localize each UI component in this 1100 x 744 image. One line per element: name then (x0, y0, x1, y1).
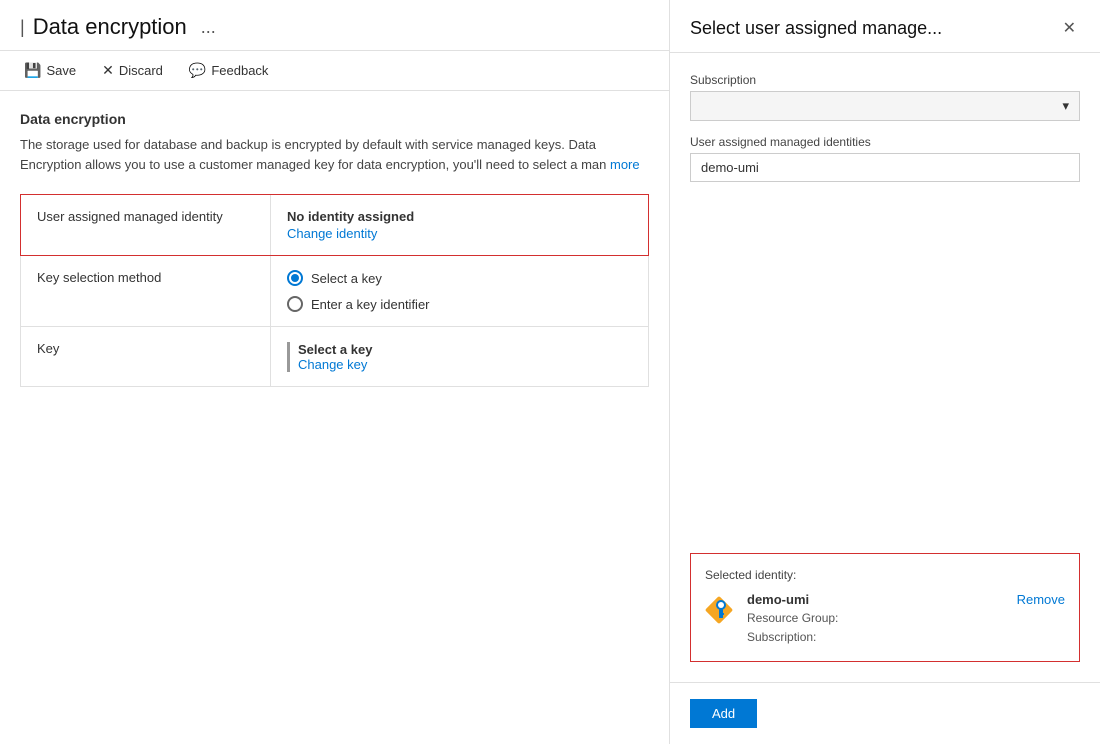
selected-identity-label: Selected identity: (705, 568, 1065, 582)
side-panel-body: Subscription ▾ User assigned managed ide… (670, 53, 1100, 682)
resource-group-label: Resource Group: (747, 611, 838, 625)
identity-value-cell: No identity assigned Change identity (271, 195, 648, 255)
key-bold-text: Select a key (298, 342, 372, 357)
identity-name: demo-umi (747, 592, 1007, 607)
chevron-down-icon: ▾ (1062, 98, 1069, 114)
identity-item: demo-umi Resource Group: Subscription: R… (705, 592, 1065, 647)
add-button[interactable]: Add (690, 699, 757, 728)
radio-select-key-label: Select a key (311, 271, 382, 286)
key-method-label: Key selection method (21, 256, 271, 326)
discard-label: Discard (119, 63, 163, 78)
feedback-icon: 💬 (189, 62, 206, 79)
change-identity-link[interactable]: Change identity (287, 226, 632, 241)
page-title: Data encryption (33, 14, 187, 40)
identity-icon (705, 592, 737, 624)
radio-group: Select a key Enter a key identifier (287, 270, 632, 312)
key-label-cell: Key (21, 327, 271, 386)
key-method-value-cell: Select a key Enter a key identifier (271, 256, 648, 326)
key-value-bordered: Select a key Change key (287, 342, 632, 372)
save-button[interactable]: 💾 Save (20, 59, 80, 82)
identities-label: User assigned managed identities (690, 135, 1080, 149)
subscription-dropdown[interactable]: ▾ (690, 91, 1080, 121)
subscription-field-group: Subscription ▾ (690, 73, 1080, 121)
page-title-bar: | Data encryption ... (20, 14, 216, 40)
spacer (690, 196, 1080, 531)
discard-icon: ✕ (102, 62, 114, 79)
toolbar: 💾 Save ✕ Discard 💬 Feedback (0, 51, 669, 91)
section-description: The storage used for database and backup… (20, 135, 649, 174)
radio-enter-identifier-circle (287, 296, 303, 312)
no-identity-text: No identity assigned (287, 209, 632, 224)
feedback-button[interactable]: 💬 Feedback (185, 59, 273, 82)
icon-key-tooth2 (719, 616, 723, 618)
form-row-identity: User assigned managed identity No identi… (20, 194, 649, 256)
save-label: Save (46, 63, 76, 78)
change-key-link[interactable]: Change key (298, 357, 367, 372)
close-button[interactable]: ✕ (1059, 16, 1080, 40)
read-more-link[interactable]: more (610, 157, 640, 172)
radio-select-key[interactable]: Select a key (287, 270, 632, 286)
section-title: Data encryption (20, 111, 649, 127)
left-panel: | Data encryption ... 💾 Save ✕ Discard 💬… (0, 0, 670, 744)
side-panel-header: Select user assigned manage... ✕ (670, 0, 1100, 53)
identities-input[interactable] (690, 153, 1080, 182)
page-header: | Data encryption ... (0, 0, 669, 51)
right-panel: Select user assigned manage... ✕ Subscri… (670, 0, 1100, 744)
discard-button[interactable]: ✕ Discard (98, 59, 167, 82)
key-value-cell: Select a key Change key (271, 327, 648, 386)
form-row-key: Key Select a key Change key (20, 327, 649, 387)
feedback-label: Feedback (211, 63, 268, 78)
identity-details: demo-umi Resource Group: Subscription: (747, 592, 1007, 647)
ellipsis-button[interactable]: ... (201, 17, 216, 38)
save-icon: 💾 (24, 62, 41, 79)
form-section: User assigned managed identity No identi… (20, 194, 649, 387)
selected-identity-box: Selected identity: d (690, 553, 1080, 662)
radio-select-key-circle (287, 270, 303, 286)
radio-enter-identifier[interactable]: Enter a key identifier (287, 296, 632, 312)
subscription-meta-label: Subscription: (747, 630, 816, 644)
identity-meta: Resource Group: Subscription: (747, 609, 1007, 647)
page-title-bar-separator: | (20, 17, 25, 38)
side-panel-footer: Add (670, 682, 1100, 744)
remove-link[interactable]: Remove (1017, 592, 1065, 607)
content-area: Data encryption The storage used for dat… (0, 91, 669, 744)
identity-icon-svg (705, 592, 737, 624)
identities-field-group: User assigned managed identities (690, 135, 1080, 182)
identity-label: User assigned managed identity (21, 195, 271, 255)
side-panel-title: Select user assigned manage... (690, 18, 942, 39)
form-row-key-method: Key selection method Select a key Enter … (20, 256, 649, 327)
icon-key-circle-inner (718, 602, 724, 608)
subscription-label: Subscription (690, 73, 1080, 87)
icon-key-tooth1 (719, 613, 724, 615)
radio-enter-identifier-label: Enter a key identifier (311, 297, 430, 312)
